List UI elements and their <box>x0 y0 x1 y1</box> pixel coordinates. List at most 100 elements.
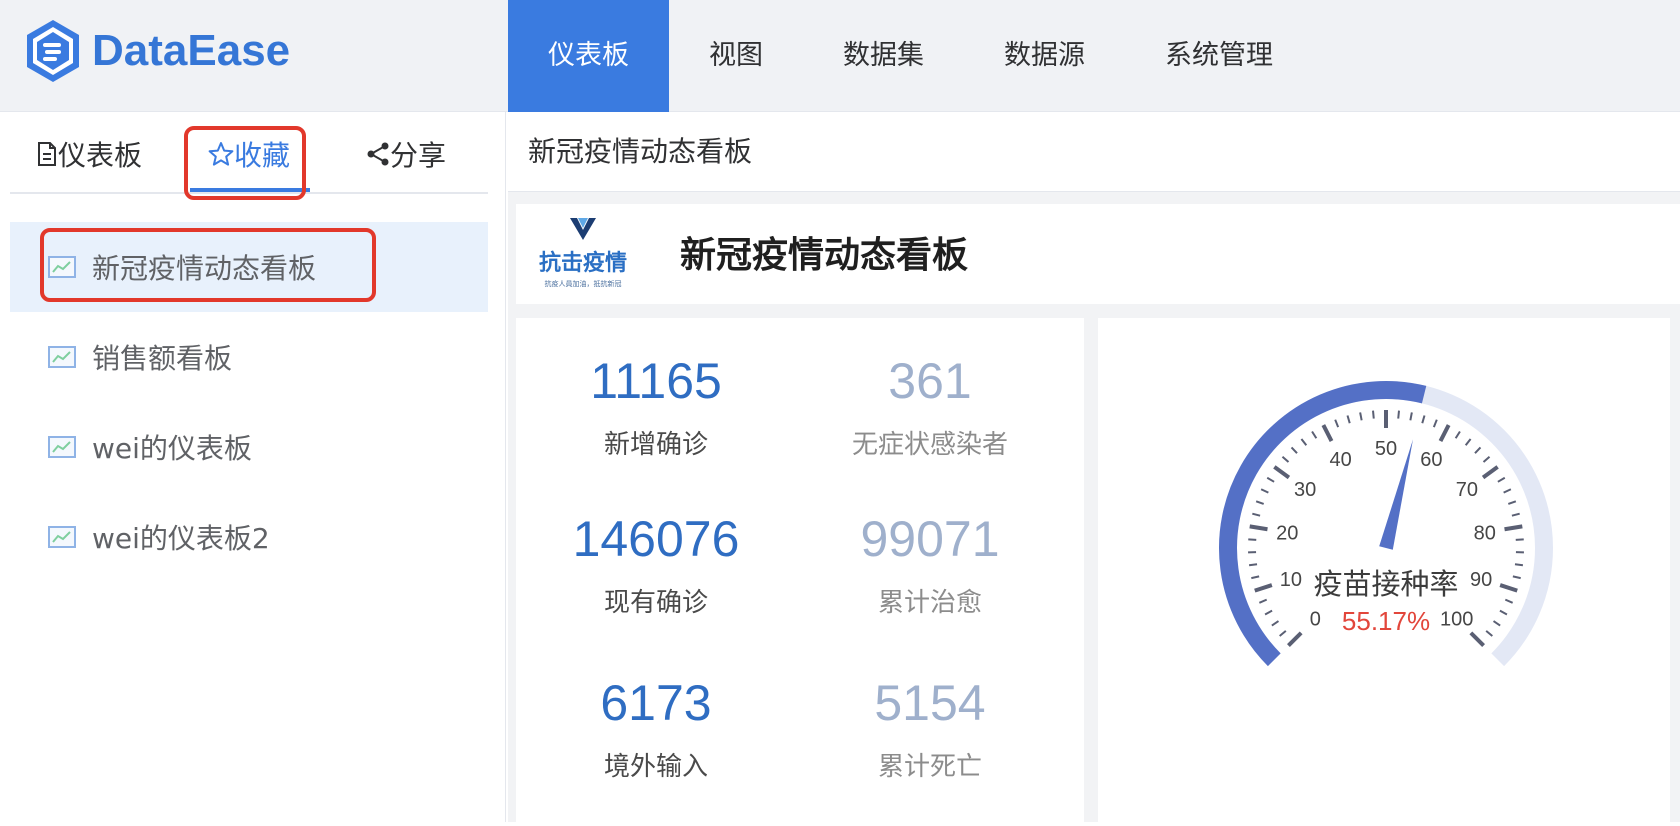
app-logo[interactable]: DataEase <box>24 18 290 84</box>
gauge-minor-tick <box>1256 501 1264 504</box>
gauge-minor-tick <box>1456 431 1460 438</box>
stats-card: 11165 新增确诊 361 无症状感染者 146076 现有确诊 99071 … <box>516 318 1084 822</box>
stat-label: 新增确诊 <box>526 424 786 461</box>
stat-imported: 6173 境外输入 <box>526 674 786 783</box>
gauge-minor-tick <box>1335 420 1338 427</box>
dataease-logo-icon <box>24 18 82 84</box>
top-header: DataEase 仪表板 视图 数据集 数据源 系统管理 <box>0 0 1680 112</box>
gauge-tick-label: 40 <box>1329 449 1351 471</box>
gauge-minor-tick <box>1500 611 1507 615</box>
gauge-minor-tick <box>1410 412 1411 420</box>
list-item[interactable]: 销售额看板 <box>10 312 488 402</box>
tab-dashboard-label: 仪表板 <box>58 134 142 174</box>
gauge-minor-tick <box>1248 539 1256 540</box>
gauge-minor-tick <box>1486 631 1492 636</box>
gauge-minor-tick <box>1292 447 1297 453</box>
gauge-minor-tick <box>1484 457 1490 462</box>
gauge-minor-tick <box>1505 600 1512 603</box>
dashboard-icon <box>48 526 76 548</box>
stat-new-confirmed: 11165 新增确诊 <box>526 352 786 461</box>
tab-share-label: 分享 <box>390 134 446 174</box>
list-item[interactable]: wei的仪表板 <box>10 402 488 492</box>
topnav-dashboard[interactable]: 仪表板 <box>508 0 669 112</box>
gauge-minor-tick <box>1251 576 1259 578</box>
list-item-label: wei的仪表板 <box>92 427 252 467</box>
stat-value: 6173 <box>526 674 786 732</box>
gauge-minor-tick <box>1466 439 1471 445</box>
gauge-tick-label: 100 <box>1440 609 1473 631</box>
gauge-minor-tick <box>1272 621 1279 625</box>
gauge-major-tick <box>1255 585 1272 591</box>
list-item-label: wei的仪表板2 <box>92 517 270 557</box>
stat-value: 99071 <box>800 510 1060 568</box>
stat-total-cured: 99071 累计治愈 <box>800 510 1060 619</box>
topnav-datasource[interactable]: 数据源 <box>964 0 1125 112</box>
topnav-view[interactable]: 视图 <box>669 0 803 112</box>
gauge-minor-tick <box>1347 415 1349 423</box>
banner-logo-subtext: 抗疫人員加油，抵抗新冠 <box>545 279 622 288</box>
gauge-minor-tick <box>1360 412 1361 420</box>
top-nav: 仪表板 视图 数据集 数据源 系统管理 <box>508 0 1313 112</box>
gauge-major-tick <box>1483 467 1498 478</box>
app-name: DataEase <box>92 26 290 76</box>
document-icon <box>36 141 58 167</box>
stat-existing-confirmed: 146076 现有确诊 <box>526 510 786 619</box>
gauge-minor-tick <box>1261 489 1268 492</box>
gauge-minor-tick <box>1494 621 1501 625</box>
topnav-system-management[interactable]: 系统管理 <box>1125 0 1313 112</box>
banner-logo-text: 抗击疫情 <box>539 250 627 276</box>
stat-value: 361 <box>800 352 1060 410</box>
dashboard-title: 新冠疫情动态看板 <box>680 226 968 278</box>
gauge-minor-tick <box>1508 501 1516 504</box>
gauge-minor-tick <box>1516 539 1524 540</box>
gauge-major-tick <box>1471 633 1484 646</box>
gauge-tick-label: 20 <box>1276 522 1298 544</box>
gauge-major-tick <box>1250 526 1268 529</box>
gauge-tick-label: 60 <box>1420 449 1442 471</box>
gauge-tick-label: 30 <box>1294 479 1316 501</box>
stat-value: 5154 <box>800 674 1060 732</box>
stat-label: 无症状感染者 <box>800 424 1060 461</box>
gauge-minor-tick <box>1280 631 1286 636</box>
list-item-label: 销售额看板 <box>92 337 232 377</box>
gauge-tick-label: 10 <box>1280 569 1302 591</box>
gauge-minor-tick <box>1249 564 1257 565</box>
gauge-tick-label: 0 <box>1310 609 1321 631</box>
gauge-minor-tick <box>1312 431 1316 438</box>
gauge-minor-tick <box>1265 611 1272 615</box>
stat-total-deaths: 5154 累计死亡 <box>800 674 1060 783</box>
gauge-tick-label: 90 <box>1470 569 1492 591</box>
gauge-major-tick <box>1440 425 1448 441</box>
gauge-minor-tick <box>1282 457 1288 462</box>
gauge-minor-tick <box>1498 478 1505 482</box>
tab-dashboard[interactable]: 仪表板 <box>36 134 142 174</box>
gauge-minor-tick <box>1373 411 1374 419</box>
tab-share[interactable]: 分享 <box>366 134 446 174</box>
page-title: 新冠疫情动态看板 <box>508 112 1680 192</box>
gauge-minor-tick <box>1434 420 1437 427</box>
gauge-card: 0102030405060708090100疫苗接种率55.17% <box>1098 318 1670 822</box>
dashboard-icon <box>48 436 76 458</box>
dashboard-icon <box>48 346 76 368</box>
stat-label: 累计死亡 <box>800 746 1060 783</box>
gauge-tick-label: 50 <box>1375 438 1397 460</box>
stat-value: 11165 <box>526 352 786 410</box>
gauge-minor-tick <box>1513 576 1521 578</box>
highlight-box-favorites-tab <box>184 126 306 200</box>
highlight-box-favorite-item <box>40 228 376 302</box>
gauge-minor-tick <box>1398 411 1399 419</box>
gauge-minor-tick <box>1504 489 1511 492</box>
main-panel: 新冠疫情动态看板 抗击疫情 抗疫人員加油，抵抗新冠 新冠疫情动态看板 11165… <box>508 112 1680 822</box>
topnav-dataset[interactable]: 数据集 <box>803 0 964 112</box>
fight-epidemic-logo: 抗击疫情 抗疫人員加油，抵抗新冠 <box>528 212 638 296</box>
gauge-major-tick <box>1274 467 1289 478</box>
gauge-minor-tick <box>1259 600 1266 603</box>
stat-label: 现有确诊 <box>526 582 786 619</box>
stat-asymptomatic: 361 无症状感染者 <box>800 352 1060 461</box>
gauge-major-tick <box>1323 425 1331 441</box>
gauge-major-tick <box>1500 585 1517 591</box>
gauge-label: 疫苗接种率 <box>1313 567 1458 601</box>
gauge-major-tick <box>1288 633 1301 646</box>
gauge-major-tick <box>1505 526 1523 529</box>
list-item[interactable]: wei的仪表板2 <box>10 492 488 582</box>
